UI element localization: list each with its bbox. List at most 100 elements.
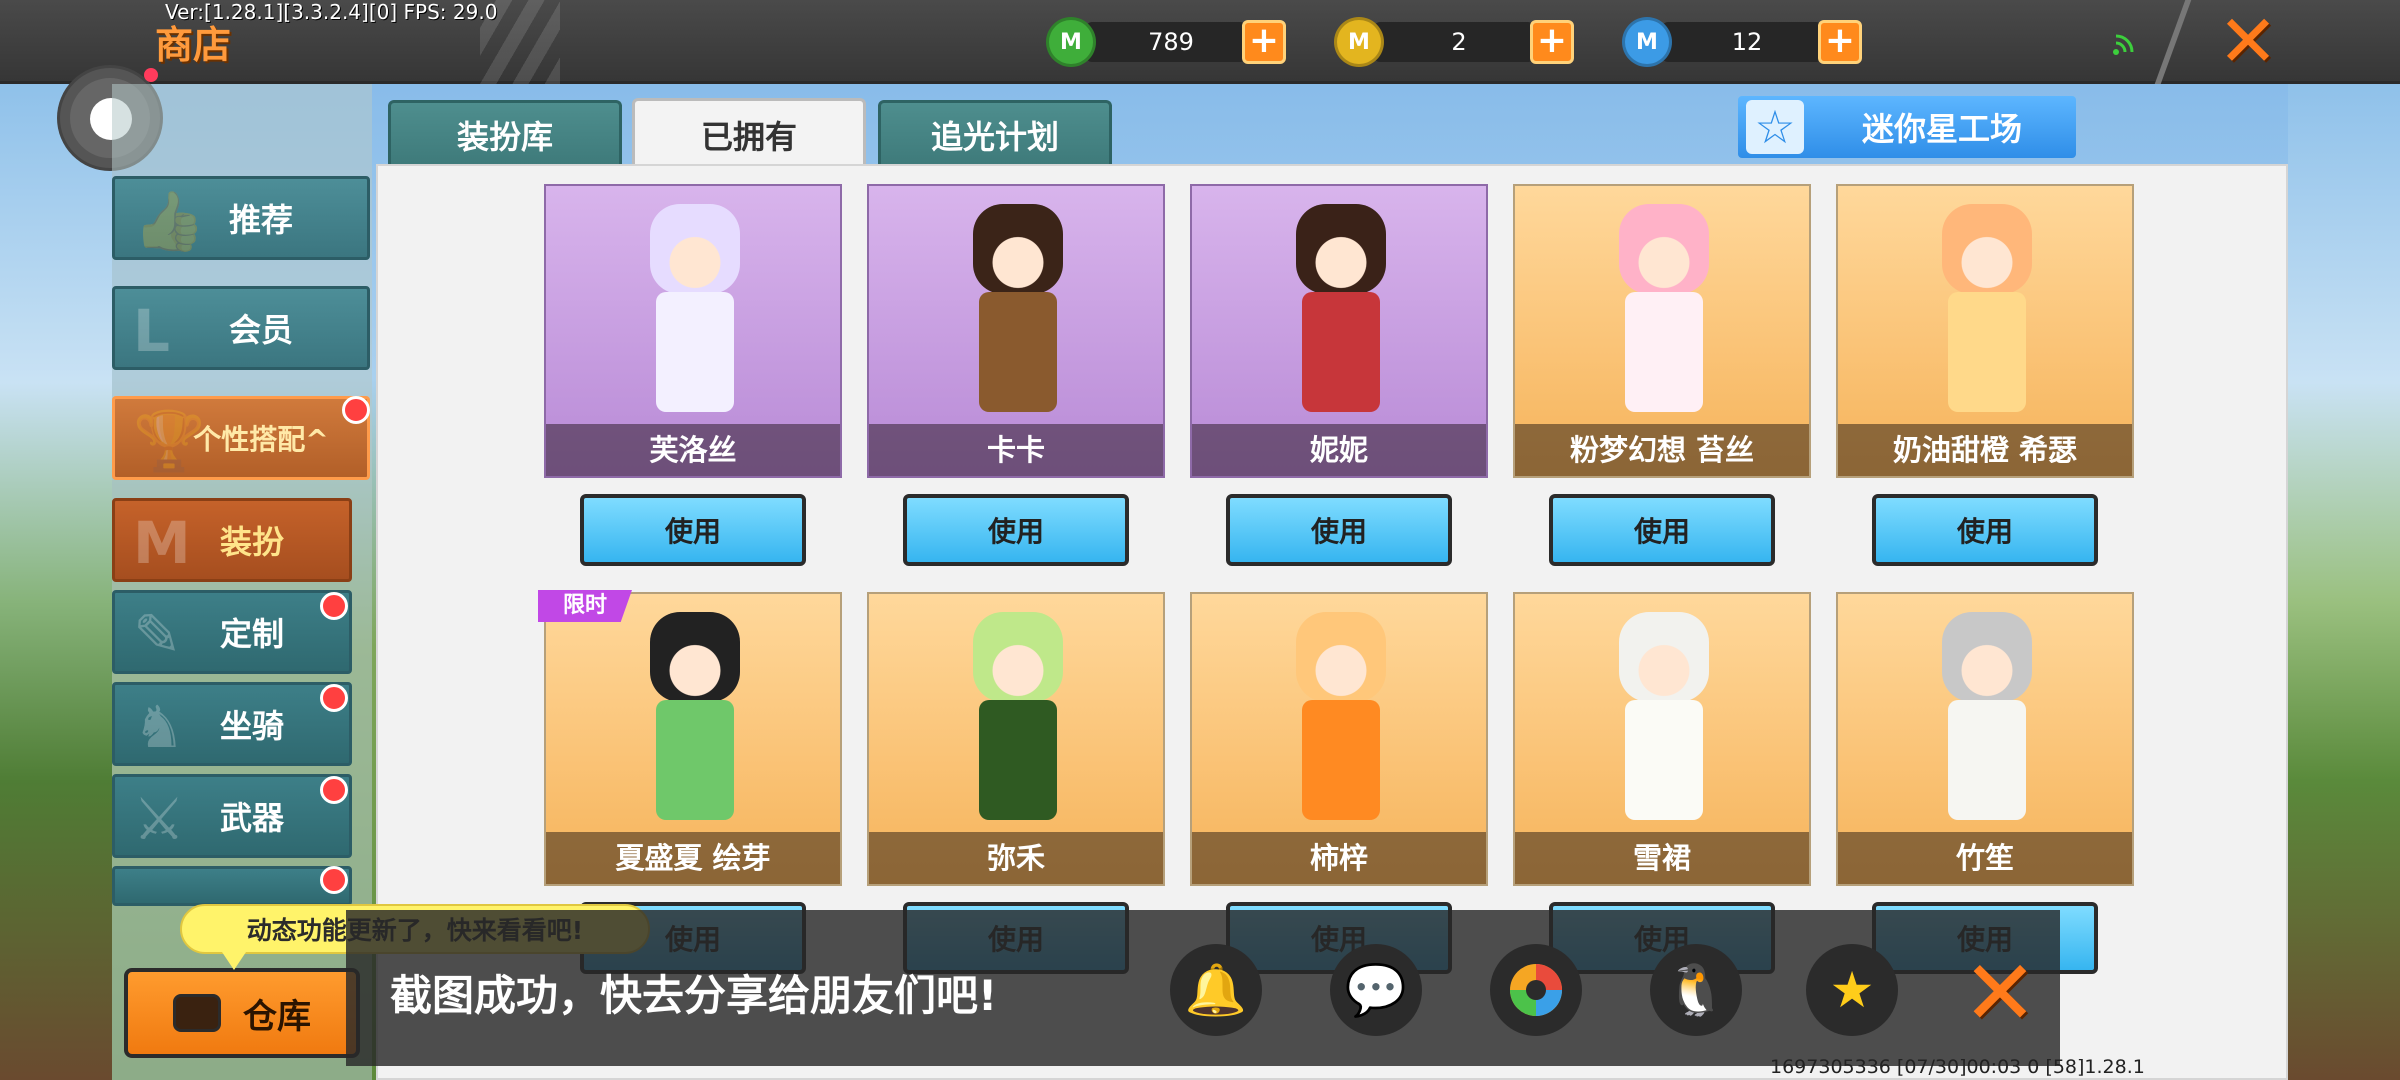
sidebar-item-partial[interactable] [112, 866, 352, 906]
screenshot-success-text: 截图成功，快去分享给朋友们吧! [390, 971, 998, 1020]
character-head [1942, 612, 2032, 702]
character-body [979, 700, 1057, 820]
sidebar-item-weapon[interactable]: ⚔ 武器 [112, 774, 352, 858]
character-head [973, 612, 1063, 702]
vip-icon: L [133, 297, 170, 365]
outfit-character-image [1266, 204, 1416, 434]
background-scenery-right [2288, 84, 2400, 1080]
outfit-name: 雪裙 [1515, 832, 1809, 884]
outfit-character-image [620, 204, 770, 434]
sidebar-item-label: 装扮 [219, 523, 284, 561]
currency-amount: 12 [1662, 22, 1822, 62]
background-scenery-left [0, 84, 112, 1080]
outfit-card[interactable]: 柿梓 [1190, 592, 1488, 886]
outfit-card[interactable]: 妮妮 [1190, 184, 1488, 478]
close-shop-button[interactable]: ✕ [2215, 5, 2281, 77]
outfit-character-image [1912, 612, 2062, 842]
outfit-character-image [1266, 612, 1416, 842]
gold-mini-coin-icon: M [1334, 17, 1384, 67]
tab-outfit-library[interactable]: 装扮库 [388, 100, 622, 166]
notification-dot [342, 396, 370, 424]
qq-icon[interactable]: 🐧 [1650, 944, 1742, 1036]
character-head [650, 612, 740, 702]
sidebar-item-label: 个性搭配^ [193, 423, 329, 456]
warehouse-button[interactable]: 仓库 [124, 968, 360, 1058]
mini-star-workshop-button[interactable]: ☆ 迷你星工场 [1738, 96, 2076, 158]
outfit-card[interactable]: 雪裙 [1513, 592, 1811, 886]
add-currency-button[interactable]: + [1530, 20, 1574, 64]
character-head [1296, 612, 1386, 702]
trophy-icon: 🏆 [133, 407, 206, 475]
use-button[interactable]: 使用 [1226, 494, 1452, 566]
character-body [1625, 292, 1703, 412]
character-body [1948, 292, 2026, 412]
blue-mini-coin-icon: M [1622, 17, 1672, 67]
moments-icon[interactable] [1490, 944, 1582, 1036]
outfit-card[interactable]: 竹笙 [1836, 592, 2134, 886]
notification-dot [144, 68, 158, 82]
use-button[interactable]: 使用 [1549, 494, 1775, 566]
sidebar-item-label: 武器 [219, 799, 284, 837]
close-share-button[interactable]: ✕ [1960, 949, 2040, 1039]
thumbs-up-icon: 👍 [133, 187, 206, 255]
outfit-name: 柿梓 [1192, 832, 1486, 884]
warehouse-label: 仓库 [243, 996, 311, 1037]
notification-dot [320, 592, 348, 620]
add-currency-button[interactable]: + [1818, 20, 1862, 64]
wechat-icon[interactable]: 💬 [1330, 944, 1422, 1036]
use-button[interactable]: 使用 [1872, 494, 2098, 566]
use-button[interactable]: 使用 [580, 494, 806, 566]
outfit-name: 弥禾 [869, 832, 1163, 884]
sidebar-item-mount[interactable]: ♞ 坐骑 [112, 682, 352, 766]
notification-dot [320, 684, 348, 712]
qzone-icon[interactable]: ★ [1806, 944, 1898, 1036]
notification-dot [320, 866, 348, 894]
sidebar-item-custom[interactable]: ✎ 定制 [112, 590, 352, 674]
outfit-card[interactable]: 奶油甜橙 希瑟 [1836, 184, 2134, 478]
character-body [1302, 700, 1380, 820]
sidebar-group-personal-style[interactable]: 🏆 个性搭配^ [112, 396, 370, 480]
character-body [1625, 700, 1703, 820]
sidebar-item-vip[interactable]: L 会员 [112, 286, 370, 370]
tab-chase-light-plan[interactable]: 追光计划 [878, 100, 1112, 166]
character-body [979, 292, 1057, 412]
outfit-name: 夏盛夏 绘芽 [546, 832, 840, 884]
outfit-character-image [1589, 204, 1739, 434]
currency-amount: 2 [1374, 22, 1534, 62]
outfit-name: 卡卡 [869, 424, 1163, 476]
sidebar-item-outfit[interactable]: M 装扮 [112, 498, 352, 582]
outfit-card[interactable]: 卡卡 [867, 184, 1165, 478]
outfit-name: 粉梦幻想 苔丝 [1515, 424, 1809, 476]
outfit-character-image [943, 204, 1093, 434]
outfit-card[interactable]: 芙洛丝 [544, 184, 842, 478]
sidebar-item-recommend[interactable]: 👍 推荐 [112, 176, 370, 260]
outfit-character-image [620, 612, 770, 842]
character-head [1296, 204, 1386, 294]
moments-aperture [1510, 964, 1562, 1016]
outfit-name: 奶油甜橙 希瑟 [1838, 424, 2132, 476]
notification-dot [320, 776, 348, 804]
character-body [656, 292, 734, 412]
character-body [1948, 700, 2026, 820]
bell-icon[interactable]: 🔔 [1170, 944, 1262, 1036]
green-mini-coin-icon: M [1046, 17, 1096, 67]
outfit-card[interactable]: 夏盛夏 绘芽 [544, 592, 842, 886]
outfit-name: 芙洛丝 [546, 424, 840, 476]
currency-blue: M 12 + [1622, 17, 1862, 67]
outfit-card[interactable]: 弥禾 [867, 592, 1165, 886]
character-head [650, 204, 740, 294]
character-head [973, 204, 1063, 294]
character-head [1942, 204, 2032, 294]
add-currency-button[interactable]: + [1242, 20, 1286, 64]
bottom-debug-info: 1697305336 [07/30]00:03 0 [58]1.28.1 [1770, 1056, 2145, 1078]
gun-icon: ⚔ [133, 785, 185, 853]
chest-icon [173, 994, 221, 1032]
outfit-card[interactable]: 粉梦幻想 苔丝 [1513, 184, 1811, 478]
sidebar-item-label: 推荐 [228, 201, 293, 239]
character-body [656, 700, 734, 820]
outfit-character-image [943, 612, 1093, 842]
currency-amount: 789 [1086, 22, 1246, 62]
use-button[interactable]: 使用 [903, 494, 1129, 566]
tab-owned[interactable]: 已拥有 [632, 98, 866, 168]
sidebar-item-label: 会员 [228, 311, 293, 349]
